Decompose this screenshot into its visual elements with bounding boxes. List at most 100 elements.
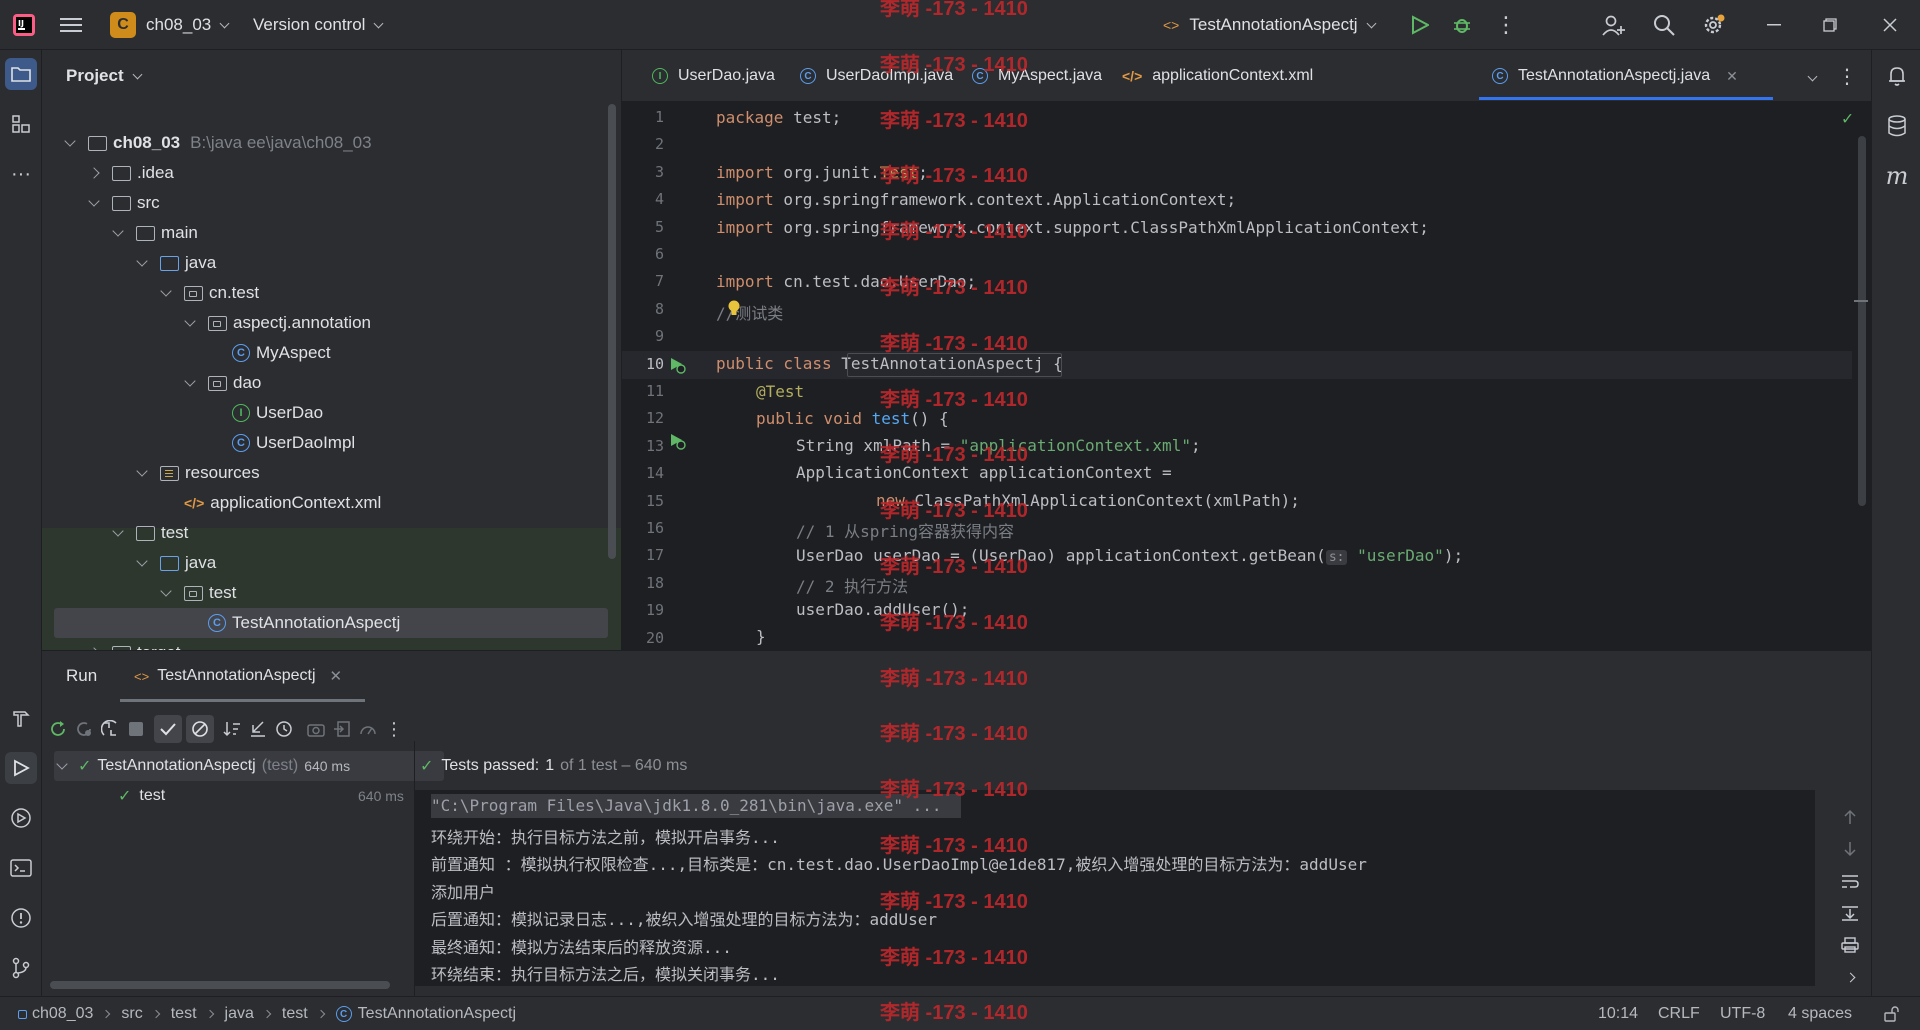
- intention-bulb-icon[interactable]: [727, 299, 741, 319]
- tree-item[interactable]: resources: [42, 458, 608, 488]
- unlock-icon[interactable]: [1880, 1002, 1904, 1026]
- close-tab-icon[interactable]: ✕: [330, 667, 343, 685]
- tabs-more-icon[interactable]: ⋮: [1835, 64, 1859, 88]
- tree-item[interactable]: test: [42, 518, 608, 548]
- chevron-down-icon[interactable]: [88, 194, 100, 207]
- scroll-to-end-icon[interactable]: [1838, 901, 1862, 925]
- notifications-icon[interactable]: [1881, 60, 1913, 92]
- rerun-icon[interactable]: [46, 717, 70, 741]
- settings-icon[interactable]: [1700, 12, 1728, 38]
- debug-icon[interactable]: [1450, 13, 1474, 37]
- file-encoding[interactable]: UTF-8: [1720, 997, 1765, 1030]
- stop-icon[interactable]: [124, 717, 148, 741]
- export-icon[interactable]: [304, 717, 328, 741]
- test-tree-root[interactable]: ✓ TestAnnotationAspectj (test) 640 ms: [56, 751, 350, 781]
- tree-item[interactable]: aspectj.annotation: [42, 308, 608, 338]
- more-tools-icon[interactable]: ···: [5, 158, 37, 190]
- coverage-icon[interactable]: [356, 717, 380, 741]
- expand-icon[interactable]: [56, 757, 68, 770]
- chevron-right-icon[interactable]: [88, 167, 100, 179]
- sort-icon[interactable]: [220, 717, 244, 741]
- editor-tab[interactable]: C TestAnnotationAspectj.java ✕: [1492, 50, 1738, 102]
- breadcrumb-item[interactable]: ch08_03: [32, 1005, 93, 1023]
- code-editor[interactable]: 1 2 3 4 5 6 7 8 9 10 11 12 13 14 15 16 17 18 19 20 package …: [622, 102, 1871, 650]
- breadcrumb-item[interactable]: TestAnnotationAspectj: [358, 1005, 516, 1023]
- show-passed-icon[interactable]: [154, 715, 182, 743]
- test-tree-child[interactable]: ✓ test: [118, 781, 165, 811]
- tree-item[interactable]: target: [42, 638, 608, 650]
- terminal-tool-icon[interactable]: [5, 852, 37, 884]
- chevron-down-icon[interactable]: [160, 284, 172, 297]
- tree-item[interactable]: C MyAspect: [42, 338, 608, 368]
- minimize-icon[interactable]: [1762, 12, 1786, 38]
- test-tree-scrollbar[interactable]: [50, 981, 390, 989]
- chevron-down-icon[interactable]: [64, 134, 76, 147]
- chevron-down-icon[interactable]: [112, 524, 124, 537]
- tree-scrollbar[interactable]: [608, 104, 616, 559]
- no-problems-check-icon[interactable]: ✓: [1842, 108, 1853, 129]
- history-icon[interactable]: [272, 717, 296, 741]
- soft-wrap-icon[interactable]: [1838, 869, 1862, 893]
- scroll-up-icon[interactable]: [1838, 805, 1862, 829]
- show-ignored-icon[interactable]: [186, 715, 214, 743]
- add-user-icon[interactable]: [1600, 12, 1628, 38]
- git-tool-icon[interactable]: [5, 952, 37, 984]
- breadcrumb-item[interactable]: test: [282, 1005, 308, 1023]
- tree-item[interactable]: </> applicationContext.xml: [42, 488, 608, 518]
- more-actions-icon[interactable]: ⋮: [1494, 12, 1518, 37]
- tree-item[interactable]: cn.test: [42, 278, 608, 308]
- indent-setting[interactable]: 4 spaces: [1788, 997, 1852, 1030]
- project-selector[interactable]: C ch08_03: [110, 0, 230, 50]
- run-more-icon[interactable]: ⋮: [384, 717, 404, 741]
- maven-icon[interactable]: m: [1881, 160, 1913, 192]
- expand-right-icon[interactable]: [1838, 965, 1862, 989]
- build-tool-icon[interactable]: [5, 702, 37, 734]
- tree-item[interactable]: java: [42, 248, 608, 278]
- editor-scrollbar[interactable]: [1858, 136, 1866, 506]
- run-tab[interactable]: <> TestAnnotationAspectj ✕: [134, 651, 342, 701]
- run-tool-icon[interactable]: [5, 752, 37, 784]
- chevron-down-icon[interactable]: [112, 224, 124, 237]
- scroll-down-icon[interactable]: [1838, 837, 1862, 861]
- run-config-selector[interactable]: <> TestAnnotationAspectj: [1163, 0, 1377, 50]
- console-output[interactable]: "C:\Program Files\Java\jdk1.8.0_281\bin\…: [415, 790, 1815, 986]
- collapse-all-icon[interactable]: [246, 717, 270, 741]
- run-gutter-icon[interactable]: [668, 356, 686, 374]
- run-icon[interactable]: [1408, 13, 1432, 37]
- vcs-selector[interactable]: Version control: [253, 0, 384, 50]
- tree-item[interactable]: test: [42, 578, 608, 608]
- chevron-down-icon[interactable]: [136, 254, 148, 267]
- main-menu-icon[interactable]: [58, 13, 84, 37]
- restore-icon[interactable]: [1818, 12, 1842, 38]
- tree-item[interactable]: I UserDao: [42, 398, 608, 428]
- chevron-down-icon[interactable]: [136, 464, 148, 477]
- print-icon[interactable]: [1838, 933, 1862, 957]
- tree-item[interactable]: C TestAnnotationAspectj: [54, 608, 608, 638]
- tree-item[interactable]: main: [42, 218, 608, 248]
- line-separator[interactable]: CRLF: [1658, 997, 1700, 1030]
- breadcrumb-item[interactable]: java: [225, 1005, 254, 1023]
- editor-tab[interactable]: I UserDao.java: [652, 50, 775, 102]
- intellij-logo-icon[interactable]: IJ: [10, 11, 38, 39]
- toggle-auto-test-icon[interactable]: [98, 717, 122, 741]
- database-icon[interactable]: [1881, 110, 1913, 142]
- chevron-down-icon[interactable]: [184, 374, 196, 387]
- tree-item[interactable]: dao: [42, 368, 608, 398]
- rerun-failed-icon[interactable]: [72, 717, 96, 741]
- breadcrumb-item[interactable]: src: [121, 1005, 142, 1023]
- tree-item[interactable]: src: [42, 188, 608, 218]
- breadcrumb-item[interactable]: test: [171, 1005, 197, 1023]
- tree-item[interactable]: .idea: [42, 158, 608, 188]
- problems-tool-icon[interactable]: [5, 902, 37, 934]
- chevron-down-icon[interactable]: [160, 584, 172, 597]
- chevron-down-icon[interactable]: [184, 314, 196, 327]
- tree-item[interactable]: ch08_03 B:\java ee\java\ch08_03: [42, 128, 608, 158]
- tabs-dropdown-icon[interactable]: [1800, 64, 1824, 88]
- caret-position[interactable]: 10:14: [1598, 997, 1638, 1030]
- import-icon[interactable]: [330, 717, 354, 741]
- tree-item[interactable]: java: [42, 548, 608, 578]
- search-icon[interactable]: [1650, 12, 1678, 38]
- close-tab-icon[interactable]: ✕: [1726, 68, 1738, 85]
- structure-tool-icon[interactable]: [5, 108, 37, 140]
- services-tool-icon[interactable]: [5, 802, 37, 834]
